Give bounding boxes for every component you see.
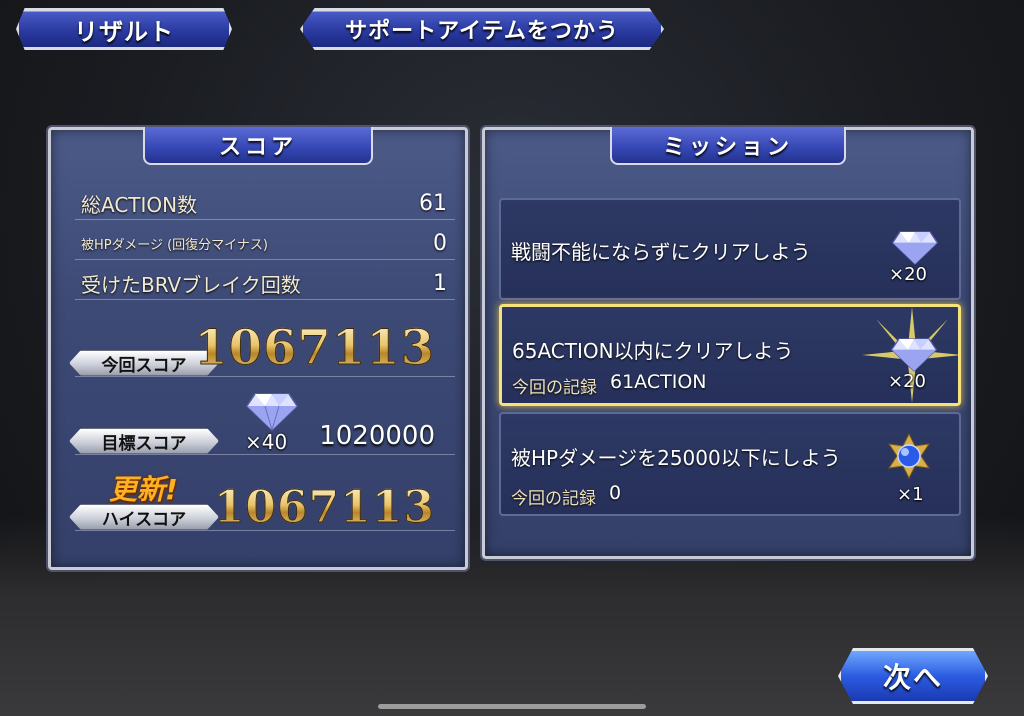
- crystal-gem-icon: [890, 338, 938, 372]
- current-score-value: 1067113: [194, 320, 435, 377]
- target-gem-count: ×40: [245, 430, 288, 454]
- stat-value: 61: [419, 191, 447, 216]
- stat-label: 受けたBRVブレイク回数: [81, 273, 301, 297]
- result-button[interactable]: リザルト: [16, 8, 232, 50]
- divider: [75, 530, 455, 531]
- record-value: 61ACTION: [610, 371, 707, 393]
- high-score-label: ハイスコア: [69, 504, 219, 530]
- score-panel: スコア 総ACTION数 61 被HPダメージ (回復分マイナス) 0 受けたB…: [48, 127, 468, 570]
- high-score-value: 1067113: [213, 482, 435, 534]
- stat-row-hp-damage: 被HPダメージ (回復分マイナス) 0: [75, 228, 455, 260]
- mission-panel: ミッション 戦闘不能にならずにクリアしよう ×20 65ACTION以内にクリア…: [482, 127, 974, 559]
- record-label: 今回の記録: [511, 489, 596, 509]
- next-button[interactable]: 次へ: [838, 648, 988, 704]
- new-record-label: 更新!: [109, 473, 178, 506]
- mission-item: 被HPダメージを25000以下にしよう 今回の記録 0 ×1: [499, 412, 961, 516]
- mission-text: 65ACTION以内にクリアしよう: [512, 339, 794, 363]
- stat-label: 被HPダメージ (回復分マイナス): [81, 238, 268, 253]
- stat-value: 0: [433, 231, 447, 256]
- record-label: 今回の記録: [512, 378, 597, 398]
- blue-orb-medal-icon: [887, 432, 931, 480]
- stat-value: 1: [433, 271, 447, 296]
- divider: [75, 376, 455, 377]
- mission-item-highlighted: 65ACTION以内にクリアしよう 今回の記録 61ACTION ×20: [499, 304, 962, 406]
- mission-panel-title: ミッション: [610, 127, 846, 165]
- mission-text: 戦闘不能にならずにクリアしよう: [511, 240, 811, 264]
- target-score-label: 目標スコア: [69, 428, 219, 454]
- use-support-item-button[interactable]: サポートアイテムをつかう: [300, 8, 664, 50]
- stat-row-total-actions: 総ACTION数 61: [75, 188, 455, 220]
- divider: [75, 454, 455, 455]
- reward-count: ×1: [897, 484, 924, 505]
- mission-text: 被HPダメージを25000以下にしよう: [511, 446, 841, 470]
- record-value: 0: [609, 482, 622, 504]
- reward-count: ×20: [889, 264, 927, 285]
- crystal-gem-icon: [246, 393, 298, 432]
- stat-row-brv-break: 受けたBRVブレイク回数 1: [75, 268, 455, 300]
- mission-item: 戦闘不能にならずにクリアしよう ×20: [499, 198, 961, 300]
- reward-count: ×20: [888, 371, 926, 392]
- home-indicator[interactable]: [378, 704, 646, 709]
- stat-label: 総ACTION数: [81, 193, 198, 217]
- crystal-gem-icon: [891, 231, 939, 265]
- score-panel-title: スコア: [143, 127, 373, 165]
- target-score-value: 1020000: [319, 421, 435, 451]
